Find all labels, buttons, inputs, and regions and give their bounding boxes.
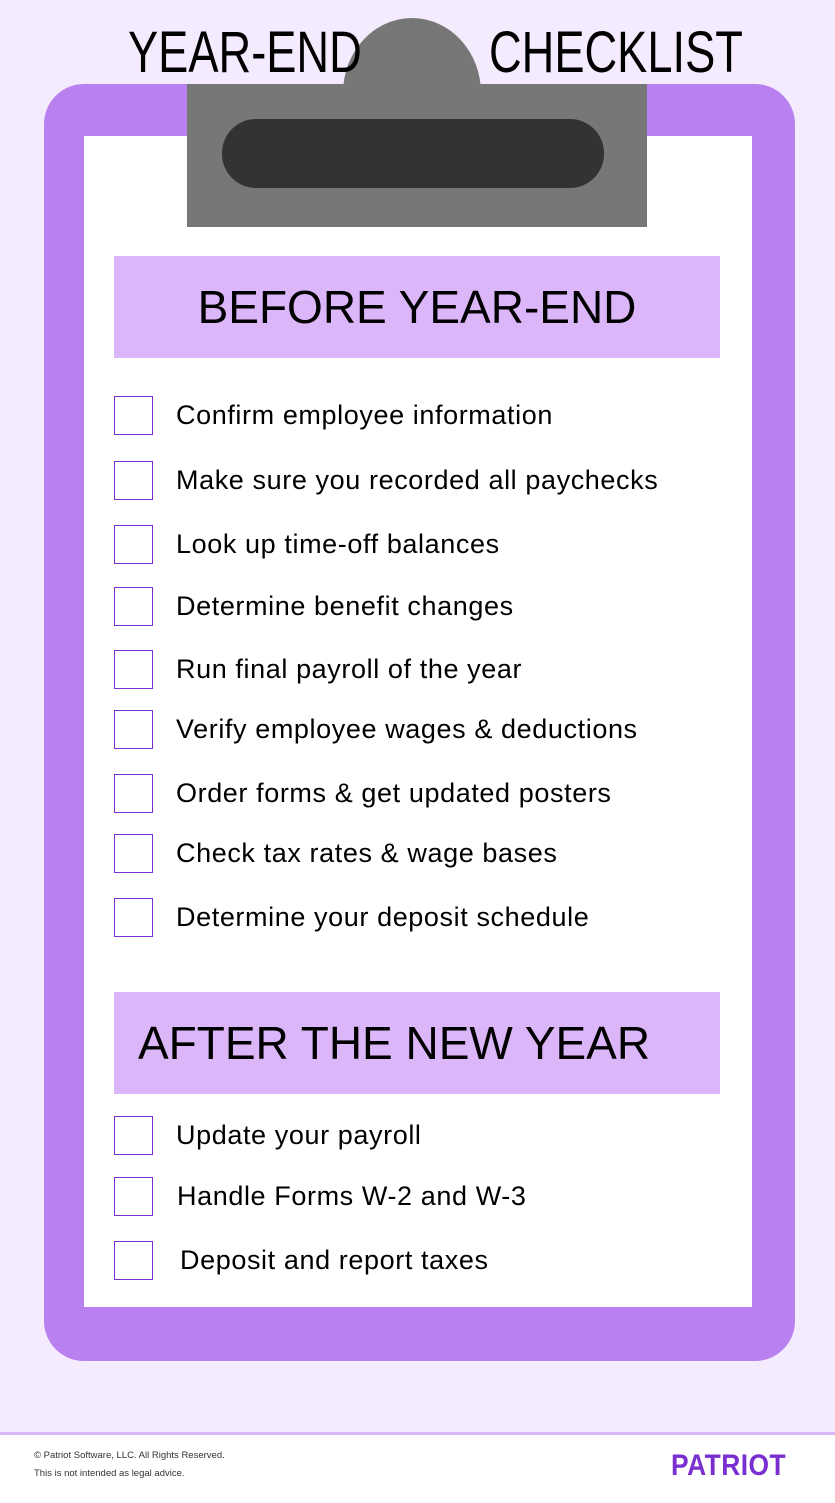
checklist-item[interactable]: Confirm employee information [114,394,553,436]
checklist-item-label: Look up time-off balances [176,528,500,559]
checklist-item-label: Deposit and report taxes [180,1244,489,1275]
checklist-item[interactable]: Run final payroll of the year [114,648,522,690]
section-heading-before: BEFORE YEAR-END [114,256,720,358]
checklist-item[interactable]: Verify employee wages & deductions [114,708,638,750]
checklist-item-label: Determine benefit changes [176,590,514,621]
checklist-item[interactable]: Look up time-off balances [114,523,500,565]
checklist-item-label: Verify employee wages & deductions [176,713,638,744]
checklist-item-label: Run final payroll of the year [176,653,523,684]
checkbox[interactable] [114,460,153,500]
page-title-right: CHECKLIST [489,20,743,85]
clip-slot-icon [222,119,604,188]
section-heading-text: AFTER THE NEW YEAR [138,1017,651,1069]
checkbox[interactable] [114,833,153,873]
section-heading-after: AFTER THE NEW YEAR [114,992,720,1094]
checklist-item-label: Make sure you recorded all paychecks [176,464,659,495]
page-title-left: YEAR-END [128,20,362,85]
checkbox[interactable] [114,586,153,626]
checkbox[interactable] [114,395,153,435]
checkbox[interactable] [114,1176,153,1216]
patriot-logo: PATRIOT [671,1449,787,1482]
copyright-text: © Patriot Software, LLC. All Rights Rese… [34,1450,225,1461]
checkbox[interactable] [114,1115,153,1155]
checklist-item[interactable]: Determine your deposit schedule [114,896,589,938]
checklist-item-label: Confirm employee information [176,399,553,430]
checklist-item[interactable]: Order forms & get updated posters [114,772,612,814]
disclaimer-text: This is not intended as legal advice. [34,1468,185,1479]
checkbox[interactable] [114,649,153,689]
checklist-item-label: Order forms & get updated posters [176,777,612,808]
checklist-item-label: Determine your deposit schedule [176,901,590,932]
checklist-item[interactable]: Handle Forms W-2 and W-3 [114,1175,527,1217]
checklist-item-label: Check tax rates & wage bases [176,837,558,868]
checklist-item-label: Handle Forms W-2 and W-3 [177,1180,527,1211]
checklist-item[interactable]: Update your payroll [114,1114,422,1156]
checklist-item-label: Update your payroll [176,1119,422,1150]
checkbox[interactable] [114,524,153,564]
footer: © Patriot Software, LLC. All Rights Rese… [0,1432,835,1503]
checkbox[interactable] [114,1240,153,1280]
checklist-item[interactable]: Make sure you recorded all paychecks [114,459,658,501]
checkbox[interactable] [114,709,153,749]
checklist-item[interactable]: Check tax rates & wage bases [114,832,557,874]
checkbox[interactable] [114,773,153,813]
checklist-item[interactable]: Determine benefit changes [114,585,514,627]
section-heading-text: BEFORE YEAR-END [197,281,637,333]
checkbox[interactable] [114,897,153,937]
checklist-item[interactable]: Deposit and report taxes [114,1239,489,1281]
